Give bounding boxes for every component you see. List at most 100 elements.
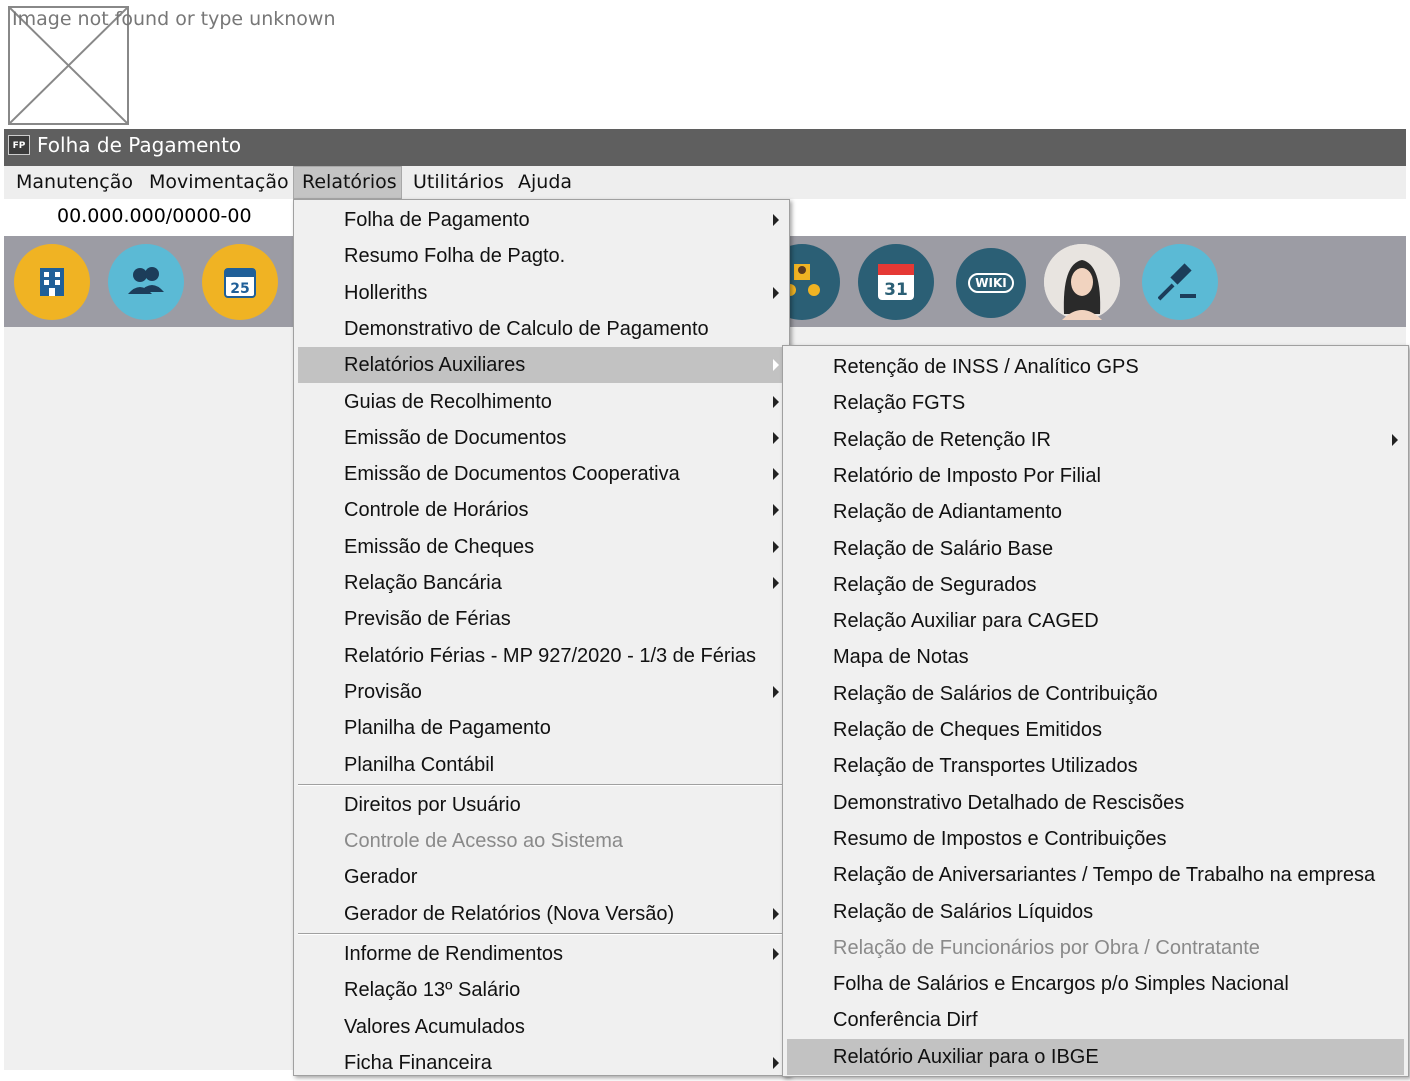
menu-item-label: Mapa de Notas — [833, 646, 969, 669]
menu-item-relacao-de-salario-base[interactable]: Relação de Salário Base — [787, 531, 1404, 567]
menu-item-label: Ficha Financeira — [344, 1051, 492, 1074]
menu-item-provisao[interactable]: Provisão — [298, 674, 785, 710]
menu-ajuda[interactable]: Ajuda — [510, 166, 580, 199]
building-icon[interactable] — [14, 244, 90, 320]
svg-text:25: 25 — [230, 281, 249, 297]
menu-item-label: Planilha Contábil — [344, 753, 495, 776]
menu-item-holleriths[interactable]: Holleriths — [298, 275, 785, 311]
wiki-icon[interactable]: WIKI — [956, 248, 1026, 318]
gavel-icon[interactable] — [1142, 244, 1218, 320]
menu-item-relacao-auxiliar-para-caged[interactable]: Relação Auxiliar para CAGED — [787, 603, 1404, 639]
menu-item-label: Conferência Dirf — [833, 1009, 978, 1032]
menu-item-label: Planilha de Pagamento — [344, 717, 551, 740]
menu-item-demonstrativo-de-calculo-de-pagamento[interactable]: Demonstrativo de Calculo de Pagamento — [298, 311, 785, 347]
menu-item-label: Valores Acumulados — [344, 1015, 525, 1038]
menu-item-relacao-de-salarios-de-contribuicao[interactable]: Relação de Salários de Contribuição — [787, 676, 1404, 712]
menu-item-relacao-de-aniversariantes-tempo-de-trabalho-na-empresa[interactable]: Relação de Aniversariantes / Tempo de Tr… — [787, 857, 1404, 893]
menu-item-label: Relação de Aniversariantes / Tempo de Tr… — [833, 864, 1376, 887]
menu-item-relacao-bancaria[interactable]: Relação Bancária — [298, 565, 785, 601]
menu-item-label: Gerador de Relatórios (Nova Versão) — [344, 902, 675, 925]
menu-item-ficha-financeira[interactable]: Ficha Financeira — [298, 1045, 785, 1081]
menu-item-relacao-de-adiantamento[interactable]: Relação de Adiantamento — [787, 494, 1404, 530]
menu-item-resumo-folha-de-pagto[interactable]: Resumo Folha de Pagto. — [298, 238, 785, 274]
menu-item-label: Relação 13º Salário — [344, 979, 521, 1002]
menu-item-mapa-de-notas[interactable]: Mapa de Notas — [787, 639, 1404, 675]
menu-item-label: Controle de Acesso ao Sistema — [344, 830, 624, 853]
window-title: Folha de Pagamento — [37, 133, 242, 157]
submenu-arrow-icon — [773, 1056, 779, 1069]
menu-item-relatorio-de-imposto-por-filial[interactable]: Relatório de Imposto Por Filial — [787, 458, 1404, 494]
menu-item-label: Informe de Rendimentos — [344, 943, 564, 965]
menu-utilitarios[interactable]: Utilitários — [405, 166, 512, 199]
menu-item-controle-de-acesso-ao-sistema: Controle de Acesso ao Sistema — [298, 823, 785, 859]
menu-item-relacao-de-cheques-emitidos[interactable]: Relação de Cheques Emitidos — [787, 712, 1404, 748]
menu-item-label: Relação Auxiliar para CAGED — [833, 610, 1099, 633]
menu-item-relacao-de-salarios-liquidos[interactable]: Relação de Salários Líquidos — [787, 894, 1404, 930]
menu-item-label: Relação de Transportes Utilizados — [833, 755, 1138, 778]
menu-item-label: Relação de Salários Líquidos — [833, 900, 1094, 923]
menu-item-informe-de-rendimentos[interactable]: Informe de Rendimentos — [298, 936, 785, 972]
menu-item-direitos-por-usuario[interactable]: Direitos por Usuário — [298, 787, 785, 823]
menu-item-gerador[interactable]: Gerador — [298, 859, 785, 895]
menu-item-label: Emissão de Cheques — [344, 535, 535, 558]
menu-item-relacao-13-salario[interactable]: Relação 13º Salário — [298, 972, 785, 1008]
app-icon: FP — [8, 135, 30, 155]
menu-item-previsao-de-ferias[interactable]: Previsão de Férias — [298, 601, 785, 637]
menu-item-label: Emissão de Documentos — [344, 426, 567, 449]
calendar-25-icon[interactable]: 25 — [202, 244, 278, 320]
menu-relatorios[interactable]: Relatórios — [293, 166, 402, 199]
menu-item-label: Relação de Funcionários por Obra / Contr… — [833, 936, 1260, 959]
menu-item-label: Relação Bancária — [344, 572, 502, 594]
menu-item-label: Holleriths — [344, 281, 428, 304]
assistant-avatar-icon[interactable] — [1044, 244, 1120, 320]
menu-item-guias-de-recolhimento[interactable]: Guias de Recolhimento — [298, 384, 785, 420]
menu-item-conferencia-dirf[interactable]: Conferência Dirf — [787, 1002, 1404, 1038]
submenu-arrow-icon — [773, 685, 779, 698]
menu-item-label: Retenção de INSS / Analítico GPS — [833, 356, 1139, 378]
menu-movimentacao[interactable]: Movimentação — [141, 166, 297, 199]
menu-item-label: Provisão — [344, 680, 422, 703]
menu-item-relatorios-auxiliares[interactable]: Relatórios Auxiliares — [298, 347, 785, 384]
users-icon[interactable] — [108, 244, 184, 320]
menu-separator — [298, 783, 785, 786]
menu-item-relatorio-auxiliar-para-o-ibge[interactable]: Relatório Auxiliar para o IBGE — [787, 1038, 1404, 1075]
relatorios-dropdown: Folha de Pagamento Resumo Folha de Pagto.… — [293, 199, 790, 1076]
menu-item-label: Demonstrativo de Calculo de Pagamento — [344, 317, 709, 340]
menu-item-relacao-de-segurados[interactable]: Relação de Segurados — [787, 567, 1404, 603]
menu-item-label: Resumo de Impostos e Contribuições — [833, 827, 1167, 850]
menu-item-emissao-de-cheques[interactable]: Emissão de Cheques — [298, 529, 785, 565]
menu-item-planilha-contabil[interactable]: Planilha Contábil — [298, 747, 785, 783]
menu-item-valores-acumulados[interactable]: Valores Acumulados — [298, 1009, 785, 1045]
menu-item-label: Demonstrativo Detalhado de Rescisões — [833, 791, 1185, 814]
menu-item-relacao-de-retencao-ir[interactable]: Relação de Retenção IR — [787, 422, 1404, 458]
menu-manutencao[interactable]: Manutenção — [8, 166, 141, 199]
svg-text:31: 31 — [884, 280, 908, 300]
calendar-31-icon[interactable]: 31 — [858, 244, 934, 320]
menu-item-label: Relação de Salários de Contribuição — [833, 682, 1158, 705]
submenu-arrow-icon — [773, 431, 779, 444]
menu-item-folha-de-salarios-e-encargos-p-o-simples-nacional[interactable]: Folha de Salários e Encargos p/o Simples… — [787, 966, 1404, 1002]
menu-item-relatorio-ferias-mp-927-2020-1-3-de-ferias[interactable]: Relatório Férias - MP 927/2020 - 1/3 de … — [298, 638, 785, 674]
submenu-arrow-icon — [773, 395, 779, 408]
menu-item-resumo-de-impostos-e-contribuicoes[interactable]: Resumo de Impostos e Contribuições — [787, 821, 1404, 857]
submenu-arrow-icon — [773, 359, 779, 372]
menu-item-folha-de-pagamento[interactable]: Folha de Pagamento — [298, 202, 785, 238]
window-titlebar[interactable]: FP Folha de Pagamento — [4, 129, 1406, 166]
menu-item-label: Relatório de Imposto Por Filial — [833, 464, 1101, 487]
menu-item-planilha-de-pagamento[interactable]: Planilha de Pagamento — [298, 710, 785, 746]
submenu-arrow-icon — [773, 286, 779, 299]
menu-item-relacao-de-transportes-utilizados[interactable]: Relação de Transportes Utilizados — [787, 748, 1404, 784]
menu-item-demonstrativo-detalhado-de-rescisoes[interactable]: Demonstrativo Detalhado de Rescisões — [787, 785, 1404, 821]
menu-item-emissao-de-documentos-cooperativa[interactable]: Emissão de Documentos Cooperativa — [298, 456, 785, 492]
menu-item-controle-de-horarios[interactable]: Controle de Horários — [298, 492, 785, 528]
menu-item-relacao-fgts[interactable]: Relação FGTS — [787, 385, 1404, 421]
menu-item-label: Previsão de Férias — [344, 608, 511, 631]
broken-image-text: Image not found or type unknown — [12, 8, 336, 30]
menu-item-gerador-de-relatorios-nova-versao[interactable]: Gerador de Relatórios (Nova Versão) — [298, 896, 785, 932]
menu-item-emissao-de-documentos[interactable]: Emissão de Documentos — [298, 420, 785, 456]
menu-item-label: Relatório Auxiliar para o IBGE — [833, 1045, 1099, 1068]
menu-item-retencao-de-inss-analitico-gps[interactable]: Retenção de INSS / Analítico GPS — [787, 349, 1404, 385]
submenu-arrow-icon — [773, 468, 779, 481]
menu-item-label: Folha de Salários e Encargos p/o Simples… — [833, 973, 1289, 996]
menu-item-label: Relatório Férias - MP 927/2020 - 1/3 de … — [344, 644, 757, 667]
